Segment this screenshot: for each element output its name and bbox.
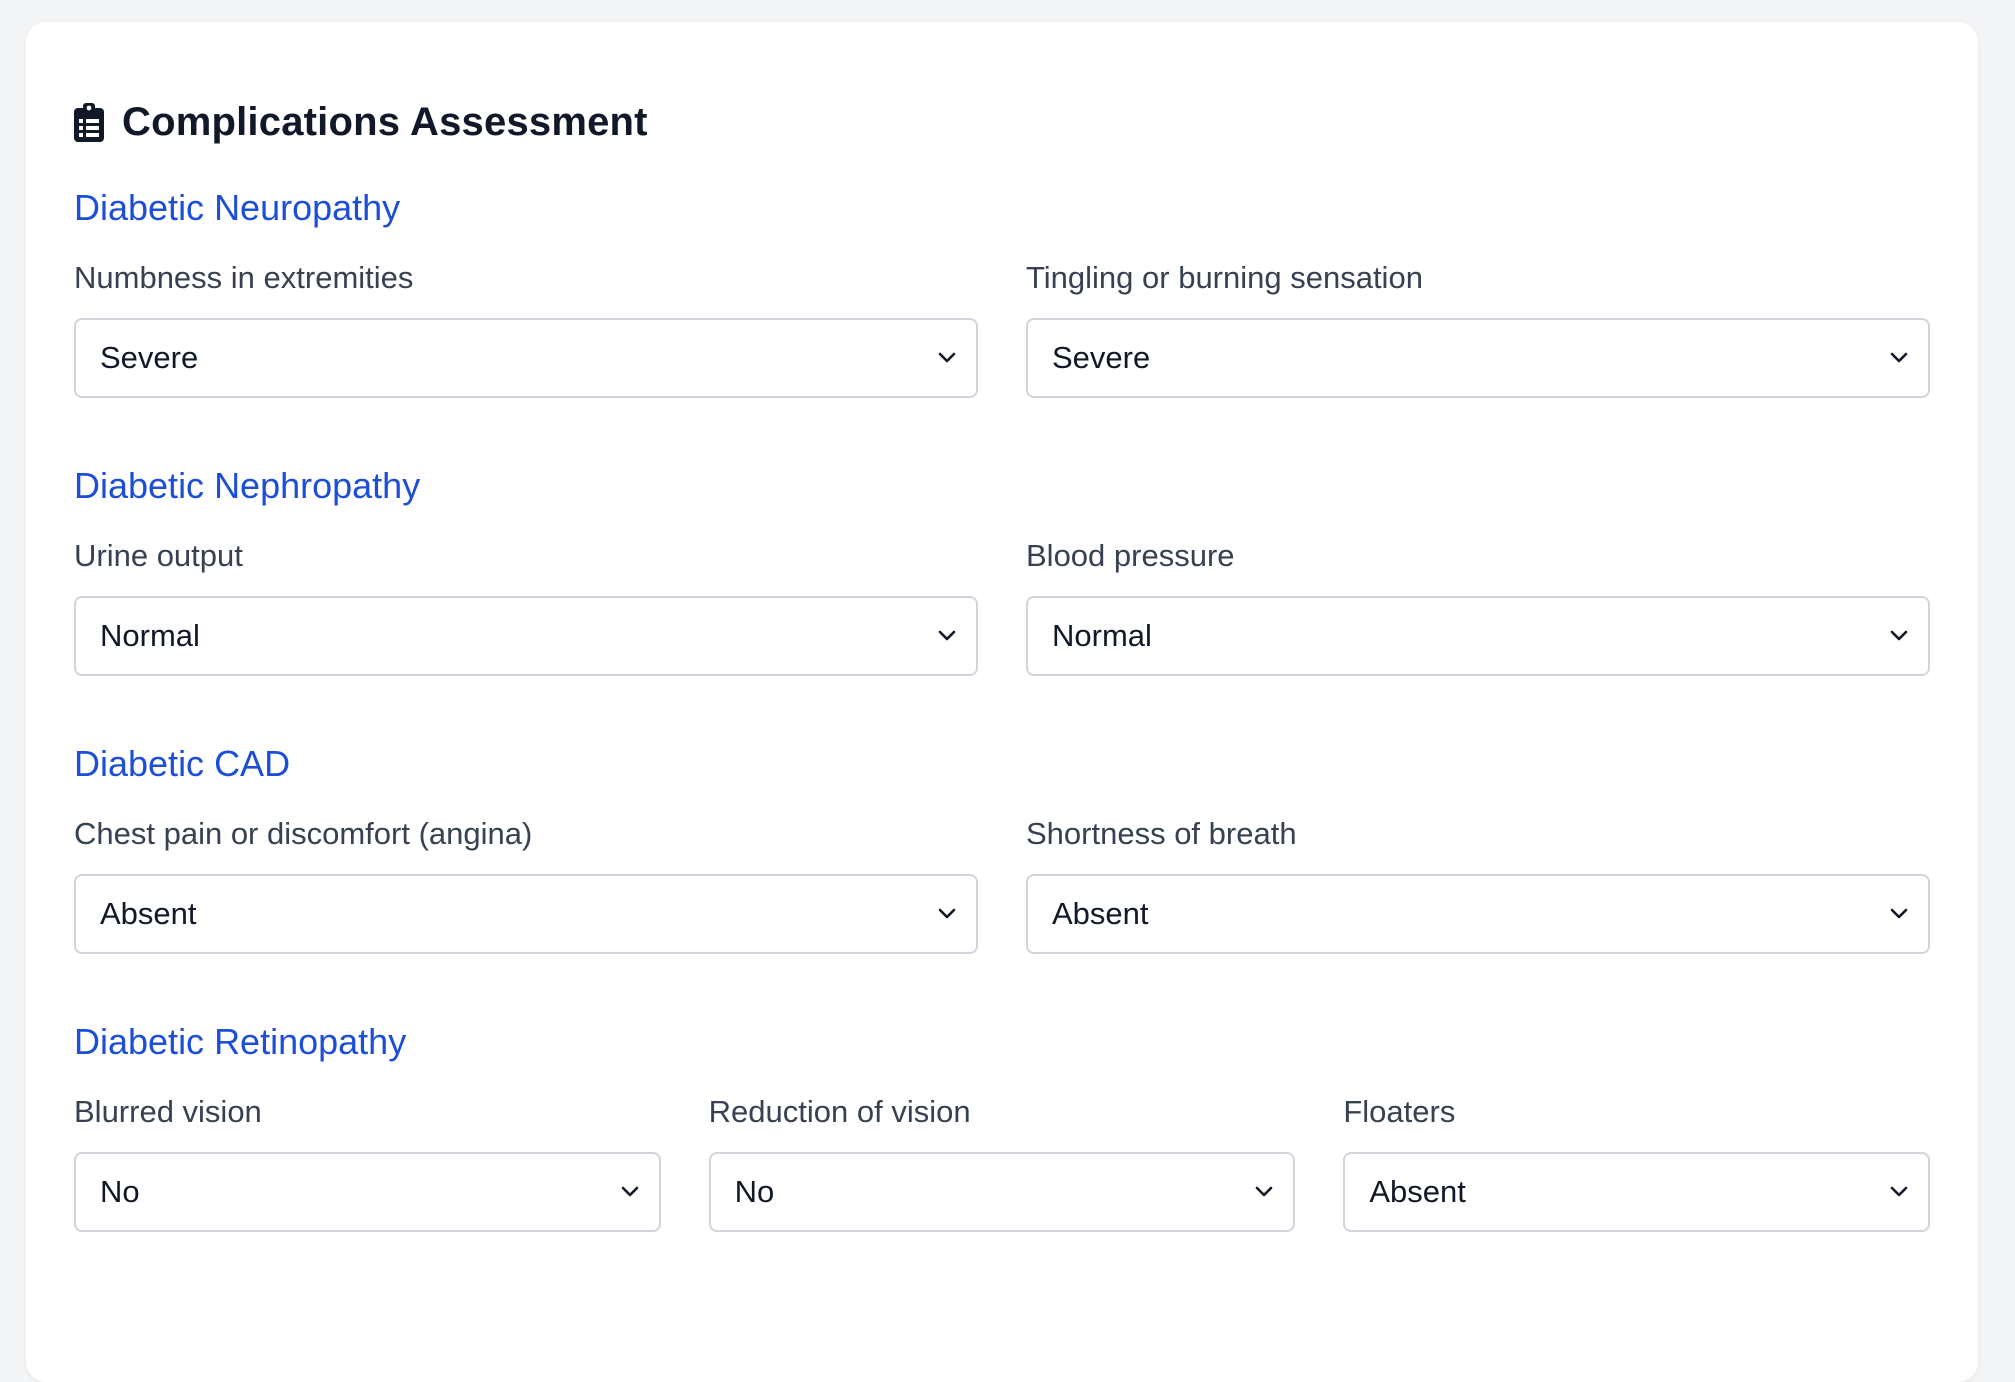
chest-pain-select[interactable]: Absent bbox=[74, 874, 978, 954]
chevron-down-icon bbox=[1890, 352, 1908, 364]
chevron-down-icon bbox=[621, 1186, 639, 1198]
field-label: Numbness in extremities bbox=[74, 260, 414, 295]
select-value: Normal bbox=[100, 618, 200, 653]
select-value: No bbox=[734, 1174, 775, 1209]
select-value: Severe bbox=[1052, 340, 1151, 375]
assessment-card: Complications Assessment Diabetic Neurop… bbox=[26, 22, 1978, 1382]
shortness-of-breath-select[interactable]: Absent bbox=[1026, 874, 1930, 954]
field-floaters: Floaters Absent bbox=[1343, 1092, 1931, 1232]
chevron-down-icon bbox=[938, 630, 956, 642]
field-row: Urine output Normal Blood pressure Norma… bbox=[74, 536, 1930, 676]
section-title: Diabetic Nephropathy bbox=[74, 465, 421, 506]
field-reduction-of-vision: Reduction of vision No bbox=[708, 1092, 1296, 1232]
field-row: Numbness in extremities Severe Tingling … bbox=[74, 258, 1930, 398]
select-value: No bbox=[100, 1174, 140, 1209]
field-shortness-of-breath: Shortness of breath Absent bbox=[1026, 814, 1930, 954]
chevron-down-icon bbox=[938, 352, 956, 364]
section-title: Diabetic CAD bbox=[74, 743, 291, 784]
field-label: Reduction of vision bbox=[708, 1094, 971, 1129]
section-retinopathy: Diabetic Retinopathy Blurred vision No R… bbox=[74, 1014, 1931, 1232]
field-chest-pain: Chest pain or discomfort (angina) Absent bbox=[74, 814, 978, 954]
field-blood-pressure: Blood pressure Normal bbox=[1026, 536, 1930, 676]
field-label: Tingling or burning sensation bbox=[1026, 260, 1423, 295]
clipboard-list-icon bbox=[74, 102, 104, 142]
select-value: Normal bbox=[1052, 618, 1152, 653]
blurred-vision-select[interactable]: No bbox=[74, 1152, 661, 1232]
field-blurred-vision: Blurred vision No bbox=[74, 1092, 661, 1232]
field-label: Floaters bbox=[1343, 1094, 1456, 1129]
card-header: Complications Assessment bbox=[74, 74, 1930, 170]
field-label: Urine output bbox=[74, 538, 243, 573]
field-label: Blurred vision bbox=[74, 1094, 262, 1129]
reduction-of-vision-select[interactable]: No bbox=[708, 1152, 1296, 1232]
tingling-select[interactable]: Severe bbox=[1026, 318, 1930, 398]
chevron-down-icon bbox=[1255, 1186, 1273, 1198]
numbness-select[interactable]: Severe bbox=[74, 318, 978, 398]
chevron-down-icon bbox=[1890, 1186, 1908, 1198]
chevron-down-icon bbox=[1890, 908, 1908, 920]
section-title: Diabetic Retinopathy bbox=[74, 1021, 407, 1062]
field-tingling: Tingling or burning sensation Severe bbox=[1026, 258, 1930, 398]
select-value: Absent bbox=[1052, 896, 1149, 931]
field-label: Blood pressure bbox=[1026, 538, 1235, 573]
urine-output-select[interactable]: Normal bbox=[74, 596, 978, 676]
select-value: Absent bbox=[100, 896, 197, 931]
page-title: Complications Assessment bbox=[122, 99, 648, 144]
field-label: Shortness of breath bbox=[1026, 816, 1297, 851]
field-row: Blurred vision No Reduction of vision No bbox=[74, 1092, 1931, 1232]
card-content: Complications Assessment Diabetic Neurop… bbox=[74, 74, 1931, 1232]
blood-pressure-select[interactable]: Normal bbox=[1026, 596, 1930, 676]
field-urine-output: Urine output Normal bbox=[74, 536, 978, 676]
chevron-down-icon bbox=[1890, 630, 1908, 642]
section-nephropathy: Diabetic Nephropathy Urine output Normal… bbox=[74, 458, 1930, 676]
field-numbness: Numbness in extremities Severe bbox=[74, 258, 978, 398]
section-cad: Diabetic CAD Chest pain or discomfort (a… bbox=[74, 736, 1930, 954]
section-title: Diabetic Neuropathy bbox=[74, 187, 401, 228]
floaters-select[interactable]: Absent bbox=[1343, 1152, 1931, 1232]
field-label: Chest pain or discomfort (angina) bbox=[74, 816, 533, 851]
field-row: Chest pain or discomfort (angina) Absent… bbox=[74, 814, 1930, 954]
select-value: Absent bbox=[1369, 1174, 1466, 1209]
section-neuropathy: Diabetic Neuropathy Numbness in extremit… bbox=[74, 180, 1930, 398]
chevron-down-icon bbox=[938, 908, 956, 920]
select-value: Severe bbox=[100, 340, 199, 375]
